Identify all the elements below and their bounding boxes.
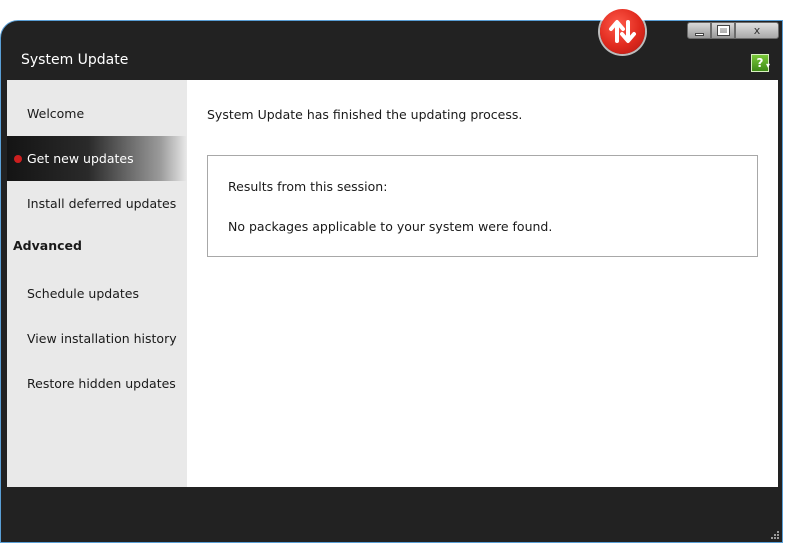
help-icon[interactable]: ? ▾ [751,54,770,72]
status-message: System Update has finished the updating … [207,107,523,122]
sidebar-item-schedule-updates[interactable]: Schedule updates [7,271,187,316]
sidebar-heading-advanced: Advanced [13,238,82,253]
sidebar-item-get-new-updates[interactable]: Get new updates [7,136,187,181]
sidebar: Welcome Get new updates Install deferred… [7,80,187,487]
help-dropdown-icon: ▾ [765,61,770,70]
resize-grip-icon[interactable] [771,531,779,539]
results-text: No packages applicable to your system we… [228,219,553,234]
sidebar-item-view-installation-history[interactable]: View installation history [7,316,187,361]
maximize-button[interactable] [711,22,735,39]
sidebar-item-label: Welcome [27,106,85,121]
window-title: System Update [21,52,129,68]
active-indicator-dot [14,155,22,163]
sidebar-item-install-deferred-updates[interactable]: Install deferred updates [7,181,187,226]
app-window: System Update ? ▾ Welcome Get new update… [0,20,783,543]
sidebar-item-label: Get new updates [27,151,134,166]
sidebar-item-label: Install deferred updates [27,196,177,211]
sidebar-item-label: View installation history [27,331,177,346]
minimize-button[interactable] [687,22,711,39]
sidebar-item-welcome[interactable]: Welcome [7,91,187,136]
sidebar-item-label: Schedule updates [27,286,139,301]
close-button[interactable]: x [735,22,779,39]
content-area: Welcome Get new updates Install deferred… [7,80,778,487]
sidebar-item-label: Restore hidden updates [27,376,176,391]
results-panel: Results from this session: No packages a… [207,155,758,257]
sidebar-item-restore-hidden-updates[interactable]: Restore hidden updates [7,361,187,406]
results-title: Results from this session: [228,179,388,194]
update-arrows-icon[interactable] [600,9,645,54]
help-label: ? [756,56,764,70]
